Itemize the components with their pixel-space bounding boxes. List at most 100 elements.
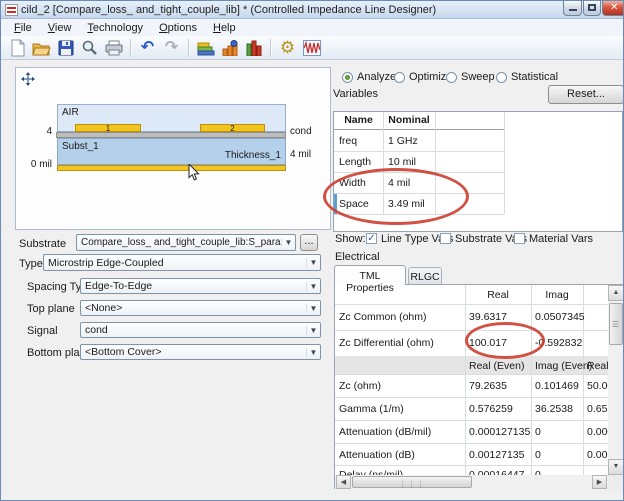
top-plane-value: <None> [81, 302, 306, 314]
print-button[interactable] [103, 38, 124, 58]
menu-bar: File View Technology Options Help [1, 19, 624, 36]
impedance-chart-button[interactable] [219, 38, 240, 58]
baseline-label: 0 mil [28, 159, 52, 170]
move-cursor-icon [21, 72, 35, 86]
loss-chart-icon [246, 40, 262, 56]
scroll-up-button[interactable]: ▲ [608, 285, 624, 301]
tab-tml-properties[interactable]: TML Properties [334, 265, 406, 285]
top-plane-select[interactable]: <None> ▼ [80, 300, 321, 316]
thickness-value: 4 mil [290, 149, 311, 160]
new-file-button[interactable] [7, 38, 28, 58]
vertical-scrollbar-thumb[interactable]: ☰ [609, 303, 623, 345]
sweep-radio[interactable] [446, 72, 457, 83]
scroll-down-button[interactable]: ▼ [608, 459, 624, 475]
chevron-down-icon: ▼ [306, 348, 320, 357]
scroll-left-button[interactable]: ◀ [336, 475, 351, 489]
substrate-layer[interactable]: Subst_1 Thickness_1 [57, 138, 286, 165]
substrate-select[interactable]: Compare_loss_ and_tight_couple_lib:S_par… [76, 234, 296, 251]
substrate-stack-icon [197, 40, 215, 56]
save-button[interactable] [55, 38, 76, 58]
tml-row-extra: 0.000 [587, 426, 608, 438]
app-window: cild_2 [Compare_loss_ and_tight_couple_l… [0, 0, 624, 501]
zoom-button[interactable] [79, 38, 100, 58]
bottom-plane-value: <Bottom Cover> [81, 346, 306, 358]
toolbar-separator [188, 39, 189, 57]
substrate-vars-checkbox[interactable] [440, 233, 451, 244]
var-row-length-name[interactable]: Length [339, 156, 371, 168]
substrate-label: Substrate [19, 238, 66, 250]
tml-row-imag: 36.2538 [535, 403, 573, 415]
cross-section-panel[interactable]: AIR 1 2 4 cond Subst_1 Thickness_1 4 mil… [15, 67, 331, 230]
menu-help[interactable]: Help [206, 21, 243, 35]
tml-row-imag: 0 [535, 426, 541, 438]
tml-row-name: Zc Common (ohm) [339, 311, 427, 323]
type-label: Type [19, 258, 43, 270]
analyze-radio[interactable] [342, 72, 353, 83]
zoom-icon [81, 39, 98, 56]
analyze-radio-label: Analyze [357, 71, 396, 83]
substrate-stack-button[interactable] [195, 38, 216, 58]
trace-2[interactable]: 2 [200, 124, 265, 132]
chevron-down-icon: ▼ [306, 304, 320, 313]
loss-chart-button[interactable] [243, 38, 264, 58]
maximize-icon [588, 4, 596, 11]
open-file-icon [32, 40, 51, 56]
undo-button[interactable]: ↶ [137, 38, 158, 58]
chevron-down-icon: ▼ [306, 282, 320, 291]
horizontal-scrollbar[interactable]: ◀ ⋮⋮⋮ ▶ [335, 475, 608, 490]
tml-row-name: Zc Differential (ohm) [339, 337, 434, 349]
bottom-cover-layer[interactable] [57, 165, 286, 171]
var-row-length-value[interactable]: 10 mil [388, 156, 416, 168]
signal-label: Signal [27, 325, 58, 337]
air-label: AIR [62, 107, 79, 118]
settings-gear-icon: ⚙ [280, 40, 295, 56]
menu-options[interactable]: Options [152, 21, 204, 35]
scroll-right-button[interactable]: ▶ [592, 475, 607, 489]
tml-subcol-real-even: Real (Even) [469, 360, 524, 372]
statistical-radio[interactable] [496, 72, 507, 83]
optimize-radio[interactable] [394, 72, 405, 83]
tml-table-viewport: Real Imag Zc Common (ohm) 39.6317 0.0507… [335, 285, 608, 475]
bottom-plane-select[interactable]: <Bottom Cover> ▼ [80, 344, 321, 360]
variables-label: Variables [333, 88, 378, 100]
menu-file[interactable]: File [7, 21, 39, 35]
annotation-circle-zc-differential [465, 322, 545, 359]
waveform-button[interactable] [301, 38, 322, 58]
scrollbar-corner [608, 475, 624, 490]
var-row-freq-name[interactable]: freq [339, 135, 357, 147]
var-row-freq-value[interactable]: 1 GHz [388, 135, 418, 147]
horizontal-scrollbar-thumb[interactable]: ⋮⋮⋮ [352, 476, 472, 488]
spacing-type-select[interactable]: Edge-To-Edge ▼ [80, 278, 321, 294]
trace-1[interactable]: 1 [75, 124, 141, 132]
print-icon [105, 40, 123, 56]
tml-row-extra: 50.00 [587, 380, 608, 392]
redo-button[interactable]: ↷ [161, 38, 182, 58]
menu-view[interactable]: View [41, 21, 79, 35]
tml-row-real: 0.00127135 [469, 449, 524, 461]
tab-rlgc[interactable]: RLGC [408, 267, 442, 285]
type-select[interactable]: Microstrip Edge-Coupled ▼ [43, 254, 321, 271]
statistical-radio-label: Statistical [511, 71, 558, 83]
tml-properties-table[interactable]: Real Imag Zc Common (ohm) 39.6317 0.0507… [334, 284, 624, 489]
menu-technology[interactable]: Technology [80, 21, 150, 35]
chevron-down-icon: ▼ [306, 258, 320, 267]
minimize-button[interactable] [563, 1, 582, 16]
tml-row-imag: 0.0507345 [535, 311, 585, 323]
line-type-vars-checkbox[interactable]: ✓ [366, 233, 377, 244]
reset-button[interactable]: Reset... [548, 85, 624, 104]
close-button[interactable]: ✕ [602, 1, 624, 16]
open-file-button[interactable] [31, 38, 52, 58]
tml-row-real: 79.2635 [469, 380, 507, 392]
tml-row-extra: 0.651 [587, 403, 608, 415]
signal-select[interactable]: cond ▼ [80, 322, 321, 338]
vertical-scrollbar[interactable]: ▲ ☰ ▼ [608, 285, 624, 475]
trace-1-label: 1 [76, 125, 140, 132]
substrate-browse-button[interactable]: ... [300, 234, 318, 251]
electrical-label: Electrical [335, 251, 380, 263]
substrate-layer-label: Subst_1 [62, 141, 99, 152]
settings-button[interactable]: ⚙ [277, 38, 298, 58]
maximize-button[interactable] [583, 1, 601, 16]
variables-col-name: Name [334, 114, 383, 126]
material-vars-checkbox[interactable] [514, 233, 525, 244]
sweep-radio-label: Sweep [461, 71, 495, 83]
